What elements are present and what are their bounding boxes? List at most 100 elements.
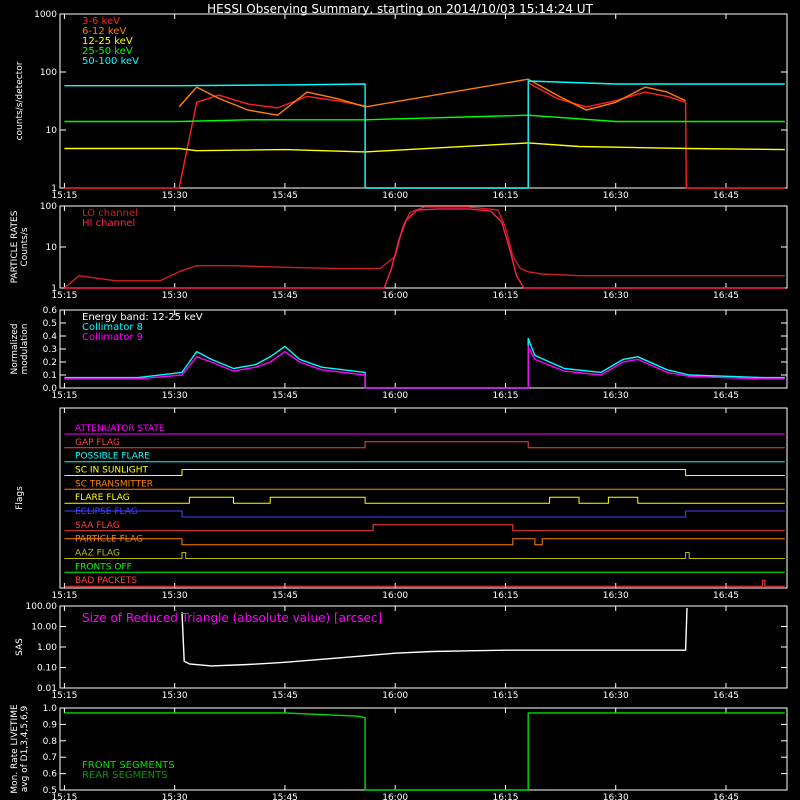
flags-xtick-label: 16:00 (382, 591, 408, 601)
livetime-xtick-label: 15:15 (51, 793, 77, 800)
sas-ylabel: SAS (15, 638, 25, 656)
modulation-ytick-label: 0.6 (43, 306, 58, 316)
flags-xtick-label: 15:45 (272, 591, 298, 601)
particle-rates-ylabel: Counts/s (20, 227, 30, 266)
modulation-xtick-label: 15:30 (162, 391, 188, 401)
count-rates-xtick-label: 16:45 (713, 191, 739, 201)
particle-rates-ytick-label: 100 (40, 202, 57, 212)
count-rates-series-3 (64, 114, 785, 123)
count-rates-ylabel: counts/s/detector (15, 61, 25, 140)
sas-ytick-label: 100.00 (26, 602, 58, 612)
modulation-ytick-label: 0.5 (43, 319, 57, 329)
flag-label: SAA FLAG (75, 521, 120, 531)
flag-row-flare-flag (64, 496, 785, 504)
count-rates-series-2 (64, 142, 785, 153)
modulation-xtick-label: 15:45 (272, 391, 298, 401)
flag-row-eclipse-flag (64, 510, 785, 518)
particle-rates-ylabel: PARTICLE RATES (10, 210, 20, 283)
sas-xtick-label: 15:30 (162, 691, 188, 701)
livetime-xtick-label: 16:00 (382, 793, 408, 800)
livetime-ylabel: avg of D1,3,4,5,6,9 (20, 705, 30, 792)
flag-row-gap-flag (64, 441, 785, 449)
livetime-ytick-label: 0.6 (43, 770, 58, 780)
flags-xtick-label: 15:30 (162, 591, 188, 601)
modulation-xtick-label: 15:15 (51, 391, 77, 401)
modulation-legend-entry: Collimator 9 (82, 332, 143, 343)
livetime-frame (59, 707, 788, 791)
flags-xtick-label: 16:15 (492, 591, 518, 601)
count-rates-ytick-label: 1000 (34, 10, 57, 20)
flag-label: FLARE FLAG (75, 493, 130, 503)
sas-xtick-label: 16:00 (382, 691, 408, 701)
particle-rates-xtick-label: 15:45 (272, 291, 298, 301)
flag-label: SC IN SUNLIGHT (75, 466, 149, 476)
livetime-xtick-label: 16:15 (492, 793, 518, 800)
modulation-xtick-label: 16:00 (382, 391, 408, 401)
sas-xtick-label: 15:15 (51, 691, 77, 701)
sas-xtick-label: 15:45 (272, 691, 298, 701)
livetime-ytick-label: 0.7 (43, 753, 57, 763)
livetime-xtick-label: 15:30 (162, 793, 188, 800)
sas-ytick-label: 0.10 (37, 664, 57, 674)
modulation-ylabel: Normalized (10, 323, 20, 374)
count-rates-xtick-label: 16:30 (603, 191, 629, 201)
livetime-xtick-label: 15:45 (272, 793, 298, 800)
livetime-xtick-label: 16:30 (603, 793, 629, 800)
flag-label: GAP FLAG (75, 438, 120, 448)
modulation-series-0 (64, 337, 785, 389)
modulation-xtick-label: 16:15 (492, 391, 518, 401)
count-rates-xtick-label: 15:15 (51, 191, 77, 201)
count-rates-xtick-label: 16:15 (492, 191, 518, 201)
flags-xtick-label: 16:45 (713, 591, 739, 601)
livetime-ytick-label: 0.9 (43, 720, 58, 730)
count-rates-frame (59, 13, 788, 189)
sas-ytick-label: 1.00 (37, 643, 57, 653)
modulation-xtick-label: 16:45 (713, 391, 739, 401)
particle-rates-xtick-label: 16:00 (382, 291, 408, 301)
livetime-series-0 (64, 712, 785, 791)
sas-ytick-label: 10.00 (31, 623, 57, 633)
flag-label: AAZ FLAG (75, 549, 120, 559)
modulation-ytick-label: 0.2 (43, 358, 57, 368)
flag-label: BAD PACKETS (75, 576, 137, 586)
particle-rates-xtick-label: 15:30 (162, 291, 188, 301)
modulation-ylabel: modulation (20, 324, 30, 375)
sas-xtick-label: 16:30 (603, 691, 629, 701)
livetime-ytick-label: 1.0 (43, 704, 58, 714)
modulation-ytick-label: 0.1 (43, 371, 57, 381)
flag-label: SC TRANSMITTER (75, 479, 153, 489)
observing-summary-figure: 110100100015:15 15:30 15:45 16:00 16:15 16:30… (10, 10, 788, 800)
flags-ylabel: Flags (15, 486, 25, 510)
flag-label: ECLIPSE FLAG (75, 507, 138, 517)
livetime-legend-entry: REAR SEGMENTS (82, 770, 168, 781)
count-rates-ytick-label: 10 (46, 126, 58, 136)
flag-row-saa-flag (64, 524, 785, 532)
flag-row-particle-flag (64, 538, 785, 546)
flags-xtick-label: 15:15 (51, 591, 77, 601)
count-rates-xtick-label: 15:45 (272, 191, 298, 201)
particle-rates-xtick-label: 16:45 (713, 291, 739, 301)
modulation-ytick-label: 0.3 (43, 345, 57, 355)
count-rates-xtick-label: 15:30 (162, 191, 188, 201)
flag-label: POSSIBLE FLARE (75, 452, 150, 462)
livetime-ytick-label: 0.8 (43, 737, 58, 747)
particle-rates-xtick-label: 16:15 (492, 291, 518, 301)
flag-label: FRONTS OFF (75, 562, 132, 572)
particle-rates-xtick-label: 16:30 (603, 291, 629, 301)
sas-xtick-label: 16:15 (492, 691, 518, 701)
particle-rates-series-0 (63, 206, 785, 289)
livetime-xtick-label: 16:45 (713, 793, 739, 800)
modulation-ytick-label: 0.4 (43, 332, 58, 342)
count-rates-series-0 (64, 82, 785, 189)
livetime-ylabel: Mon. Rate LIVETIME (10, 704, 20, 794)
sas-xtick-label: 16:45 (713, 691, 739, 701)
modulation-series-1 (64, 345, 785, 389)
particle-rates-legend-entry: HI channel (82, 218, 135, 229)
sas-annotation: Size of Reduced Triangle (absolute value… (82, 611, 382, 625)
flag-label: PARTICLE FLAG (75, 535, 143, 545)
flags-xtick-label: 16:30 (603, 591, 629, 601)
flag-label: ATTENUATOR STATE (75, 424, 165, 434)
flags-frame (59, 407, 788, 589)
particle-rates-xtick-label: 15:15 (51, 291, 77, 301)
flag-row-aaz-flag (64, 552, 785, 559)
